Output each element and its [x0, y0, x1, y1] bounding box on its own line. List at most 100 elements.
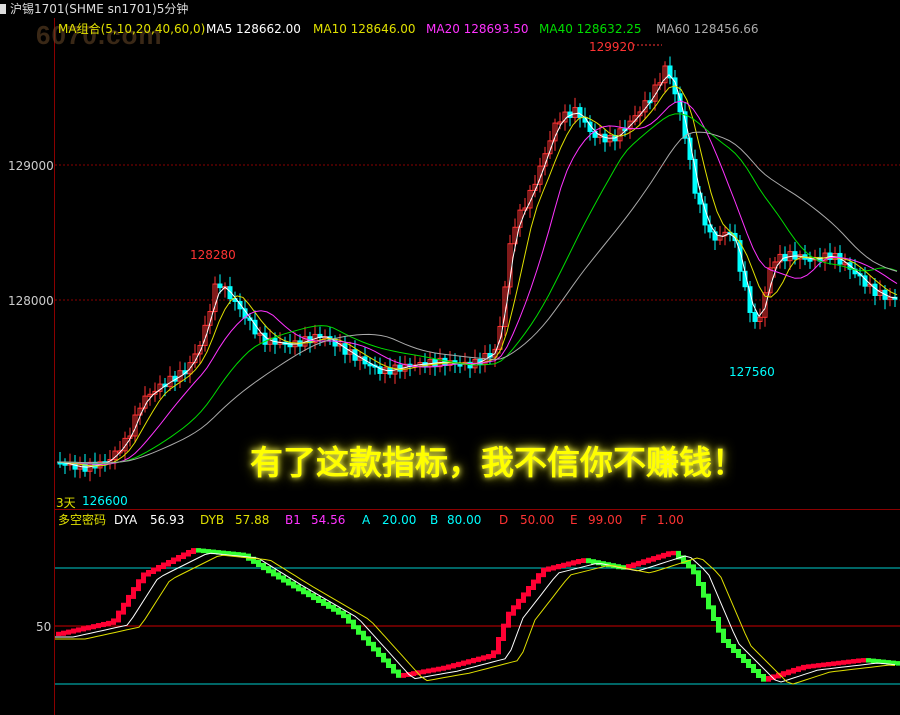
dyb-label: DYB [200, 513, 225, 527]
indicator-bar [476, 656, 481, 662]
indicator-bar [856, 658, 861, 664]
indicator-bar [766, 676, 771, 682]
a-value: 20.00 [382, 513, 417, 527]
indicator-bar [466, 659, 471, 665]
indicator-bar [736, 649, 741, 658]
indicator-bar [396, 669, 401, 678]
dyb-value: 57.88 [235, 513, 270, 527]
indicator-bar [506, 611, 511, 628]
indicator-bar [91, 624, 96, 630]
indicator-bar [566, 561, 571, 567]
indicator-bar [726, 639, 731, 648]
indicator-bar [746, 659, 751, 668]
indicator-bar [301, 587, 306, 595]
indicator-bar [391, 664, 396, 674]
indicator-bar [261, 563, 266, 571]
ma40-line [56, 113, 898, 464]
indicator-bar [851, 659, 856, 664]
indicator-bar [836, 660, 841, 666]
indicator-bar [486, 654, 491, 660]
indicator-bar [326, 601, 331, 609]
indicator-bar [366, 636, 371, 646]
indicator-bar [161, 562, 166, 569]
indicator-bar [701, 582, 706, 598]
indicator-bar [146, 570, 151, 577]
b-value: 80.00 [447, 513, 482, 527]
e-value: 99.00 [588, 513, 623, 527]
indicator-bar [111, 618, 116, 625]
annotation-high-left: 128280 [190, 248, 236, 262]
kline-chart[interactable] [0, 0, 900, 715]
indicator-bar [331, 604, 336, 612]
indicator-bar [436, 666, 441, 672]
indicator-bar [631, 562, 636, 569]
indicator-bar [61, 630, 66, 636]
indicator-bar [141, 572, 146, 584]
indicator-bar [351, 619, 356, 630]
indicator-bar [86, 625, 91, 631]
indicator-bar [431, 667, 436, 673]
e-label: E [570, 513, 578, 527]
indicator-bar [56, 631, 61, 636]
dya-value: 56.93 [150, 513, 185, 527]
indicator-bar [576, 559, 581, 565]
indicator-bar [361, 630, 366, 641]
annotation-high-main: 129920 [589, 40, 635, 54]
indicator-bar [761, 674, 766, 682]
indicator-bar [731, 644, 736, 653]
annotation-low-right: 127560 [729, 365, 775, 379]
indicator-bar [461, 660, 466, 666]
indicator-bar [556, 564, 561, 570]
b1-value: 54.56 [311, 513, 346, 527]
indicator-legend: 多空密码 DYA 56.93 DYB 57.88 B1 54.56 A 20.0… [0, 511, 900, 529]
indicator-bar [206, 549, 211, 554]
indicator-bar [481, 655, 486, 661]
b-label: B [430, 513, 439, 527]
indicator-bar [446, 664, 451, 670]
indicator-bar [596, 560, 601, 566]
indicator-bar [796, 666, 801, 672]
indicator-bar [101, 621, 106, 628]
b1-label: B1 [285, 513, 301, 527]
indicator-bar [96, 623, 101, 629]
indicator-name[interactable]: 多空密码 [58, 511, 106, 529]
indicator-bar [281, 575, 286, 583]
indicator-bar [546, 566, 551, 572]
indicator-bar [706, 593, 711, 610]
indicator-bar [276, 572, 281, 580]
indicator-bar [271, 569, 276, 577]
indicator-bar [171, 557, 176, 564]
indicator-bar [551, 565, 556, 571]
indicator-bar [336, 607, 341, 615]
candle-body [752, 311, 758, 322]
d-value: 50.00 [520, 513, 555, 527]
ma10-line [56, 85, 898, 467]
indicator-bar [521, 592, 526, 603]
ma5-line [56, 73, 898, 468]
indicator-bar [821, 662, 826, 668]
indicator-bar [791, 667, 796, 674]
indicator-bar [411, 671, 416, 677]
indicator-bar [116, 610, 121, 623]
indicator-bar [531, 579, 536, 590]
indicator-bar [151, 567, 156, 574]
indicator-bar [751, 664, 756, 673]
indicator-bar [691, 564, 696, 575]
indicator-bar [651, 556, 656, 562]
indicator-bar [376, 647, 381, 657]
f-value: 1.00 [657, 513, 684, 527]
indicator-bar [76, 627, 81, 633]
indicator-bar [356, 625, 361, 635]
indicator-bar [831, 661, 836, 666]
indicator-bar [561, 562, 566, 568]
indicator-bar [816, 663, 821, 668]
annotation-low-left: 126600 [82, 494, 128, 508]
indicator-bar [156, 565, 161, 572]
indicator-bar [811, 663, 816, 669]
indicator-bar [646, 557, 651, 564]
indicator-bar [196, 548, 201, 553]
indicator-bar [311, 593, 316, 601]
indicator-bar [896, 661, 900, 666]
indicator-bar [861, 658, 866, 663]
indicator-bar [121, 602, 126, 615]
